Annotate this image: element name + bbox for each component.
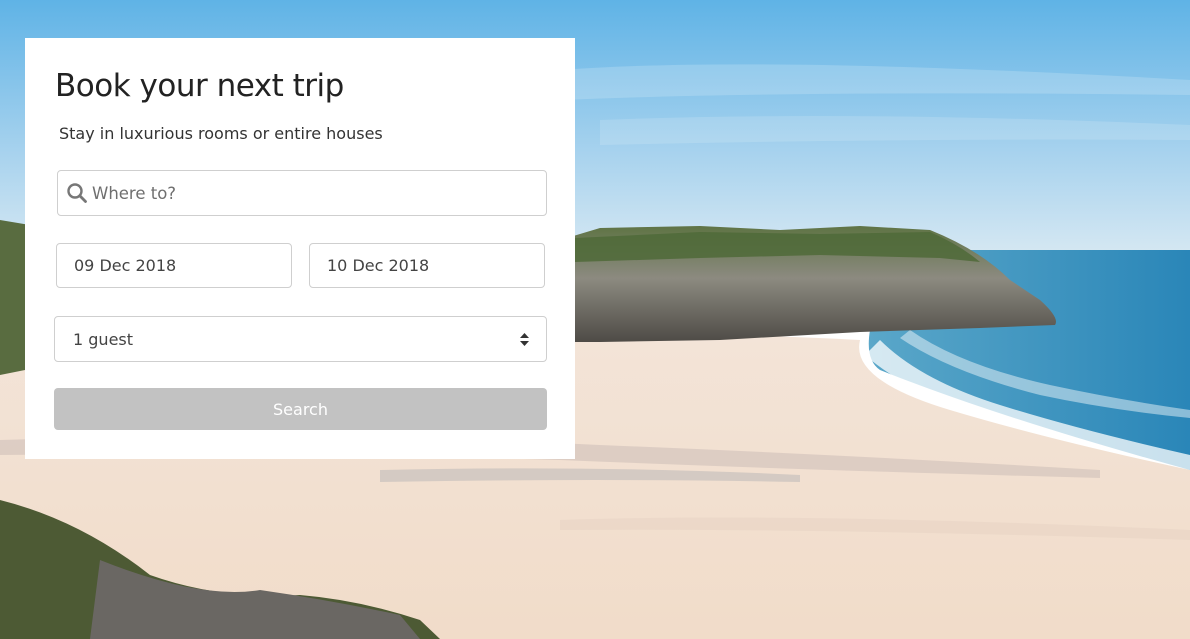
page-subtitle: Stay in luxurious rooms or entire houses <box>59 124 383 143</box>
check-in-input[interactable] <box>74 256 274 275</box>
hero-scene: Book your next trip Stay in luxurious ro… <box>0 0 1190 639</box>
search-icon <box>67 183 87 203</box>
check-out-input[interactable] <box>327 256 527 275</box>
check-in-field[interactable] <box>56 243 292 288</box>
guests-select[interactable]: 1 guest <box>54 316 547 362</box>
destination-field[interactable] <box>57 170 547 216</box>
page-title: Book your next trip <box>55 68 344 104</box>
select-caret-icon <box>520 333 529 346</box>
check-out-field[interactable] <box>309 243 545 288</box>
search-button[interactable]: Search <box>54 388 547 430</box>
guests-selected-value: 1 guest <box>73 329 134 349</box>
booking-card: Book your next trip Stay in luxurious ro… <box>25 38 575 459</box>
destination-input[interactable] <box>92 171 532 215</box>
